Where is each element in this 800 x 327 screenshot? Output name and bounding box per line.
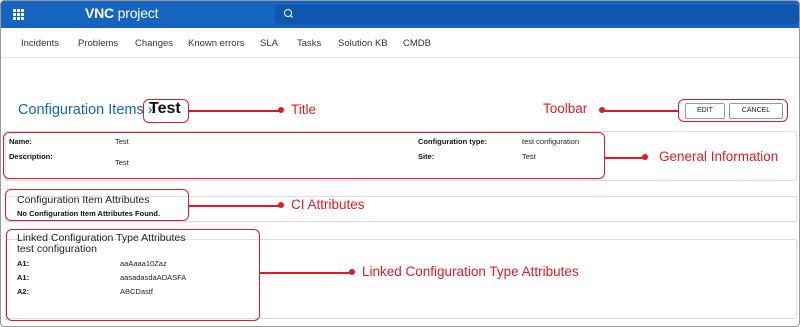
nav-changes[interactable]: Changes (135, 38, 173, 49)
linked-callout-dot (349, 269, 355, 275)
linked-callout-line (260, 272, 352, 274)
nav-sla[interactable]: SLA (260, 38, 278, 49)
general-callout-box (3, 132, 605, 179)
toolbar-callout-box (678, 99, 788, 122)
nav-problems[interactable]: Problems (78, 38, 118, 49)
module-nav: Incidents Problems Changes Known errors … (1, 28, 799, 58)
apps-grid-icon[interactable] (13, 9, 24, 20)
app-window: VNC project Incidents Problems Changes K… (0, 0, 800, 327)
general-callout-line (605, 157, 645, 159)
breadcrumb[interactable]: Configuration Items » (18, 102, 156, 118)
title-callout-box (143, 99, 189, 123)
toolbar-annotation: Toolbar (543, 101, 588, 116)
title-annotation: Title (291, 102, 317, 117)
ci-callout-box (5, 189, 189, 221)
nav-tasks[interactable]: Tasks (297, 38, 321, 49)
logo-rest: project (113, 5, 159, 21)
search-icon (284, 9, 292, 17)
title-callout-dot (278, 107, 284, 113)
search-input[interactable] (275, 5, 799, 24)
nav-solution-kb[interactable]: Solution KB (338, 38, 388, 49)
app-logo[interactable]: VNC project (85, 5, 158, 21)
logo-bold: VNC (85, 5, 114, 21)
nav-incidents[interactable]: Incidents (21, 38, 59, 49)
ci-callout-line (189, 205, 281, 207)
toolbar-callout-dot (599, 107, 605, 113)
general-annotation: General Information (659, 149, 779, 164)
ci-callout-dot (278, 202, 284, 208)
linked-annotation: Linked Configuration Type Attributes (362, 264, 579, 279)
general-callout-dot (642, 154, 648, 160)
title-callout-line (189, 110, 281, 112)
linked-callout-box (6, 229, 260, 321)
nav-known-errors[interactable]: Known errors (188, 38, 245, 49)
toolbar-callout-line (603, 110, 678, 112)
nav-cmdb[interactable]: CMDB (403, 38, 431, 49)
top-bar: VNC project (1, 1, 799, 28)
ci-annotation: CI Attributes (291, 197, 365, 212)
